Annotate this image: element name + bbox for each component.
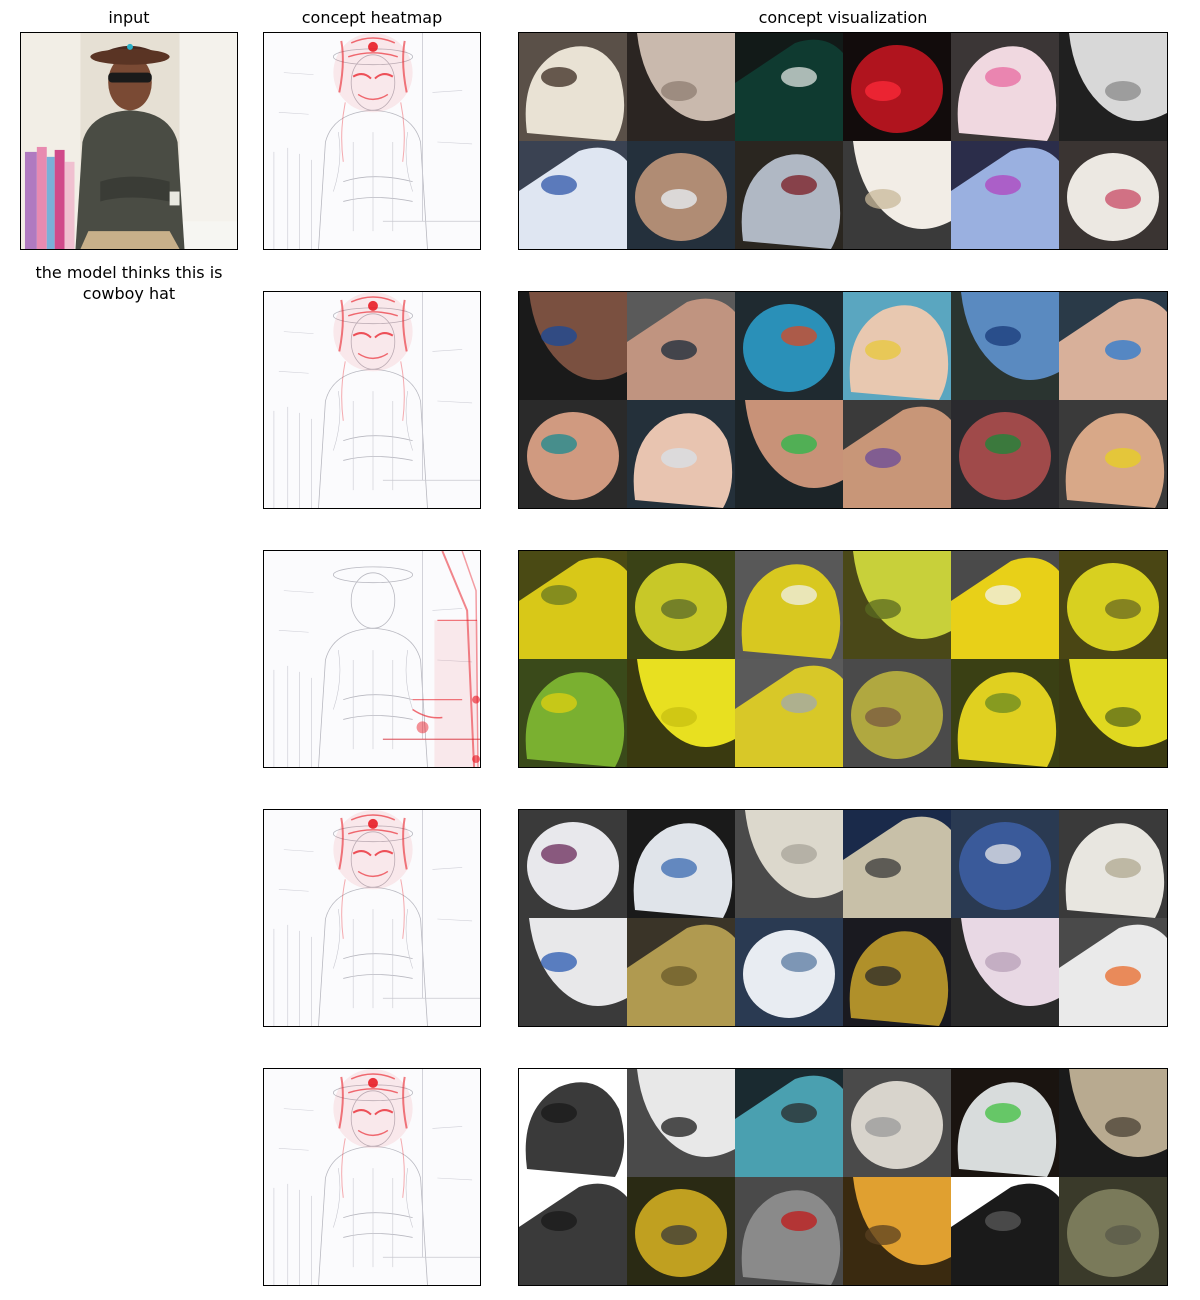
- concept-patch: [1059, 141, 1167, 249]
- concept-patch: [627, 918, 735, 1026]
- concept-patch: [519, 400, 627, 508]
- concept-patch: [843, 1177, 951, 1285]
- concept-patch: [519, 918, 627, 1026]
- concept-visualization-grid-4: [518, 809, 1168, 1027]
- concept-patch: [843, 1069, 951, 1177]
- concept-patch: [1059, 1069, 1167, 1177]
- concept-patch: [843, 918, 951, 1026]
- heatmap-column-title: concept heatmap: [301, 8, 443, 27]
- concept-patch: [627, 659, 735, 767]
- concept-patch: [627, 292, 735, 400]
- concept-patch: [843, 33, 951, 141]
- concept-patch: [951, 918, 1059, 1026]
- concept-patch: [951, 810, 1059, 918]
- concept-patch: [1059, 918, 1167, 1026]
- concept-patch: [735, 33, 843, 141]
- concept-patch: [735, 400, 843, 508]
- concept-patch: [519, 810, 627, 918]
- concept-patch: [843, 810, 951, 918]
- concept-patch: [627, 1177, 735, 1285]
- concept-patch: [1059, 659, 1167, 767]
- concept-patch: [951, 1069, 1059, 1177]
- concept-patch: [519, 141, 627, 249]
- concept-patch: [735, 659, 843, 767]
- concept-patch: [951, 33, 1059, 141]
- concept-patch: [519, 292, 627, 400]
- concept-patch: [951, 141, 1059, 249]
- concept-patch: [519, 1177, 627, 1285]
- input-image: [20, 32, 238, 250]
- concept-patch: [843, 400, 951, 508]
- concept-patch: [735, 292, 843, 400]
- concept-visualization-grid-3: [518, 550, 1168, 768]
- concept-patch: [519, 551, 627, 659]
- concept-patch: [1059, 33, 1167, 141]
- concept-patch: [627, 33, 735, 141]
- concept-patch: [519, 1069, 627, 1177]
- visualization-column-title: concept visualization: [758, 8, 928, 27]
- concept-patch: [951, 659, 1059, 767]
- concept-heatmap-5: [263, 1068, 481, 1286]
- concept-patch: [1059, 292, 1167, 400]
- concept-patch: [735, 551, 843, 659]
- concept-patch: [735, 141, 843, 249]
- concept-heatmap-4: [263, 809, 481, 1027]
- prediction-caption-text: the model thinks this is cowboy hat: [35, 263, 223, 303]
- concept-patch: [735, 918, 843, 1026]
- concept-patch: [519, 33, 627, 141]
- concept-patch: [735, 810, 843, 918]
- concept-visualization-grid-5: [518, 1068, 1168, 1286]
- concept-patch: [1059, 551, 1167, 659]
- prediction-caption: the model thinks this is cowboy hat: [14, 262, 244, 304]
- concept-patch: [627, 141, 735, 249]
- concept-heatmap-3: [263, 550, 481, 768]
- concept-patch: [627, 551, 735, 659]
- concept-patch: [843, 659, 951, 767]
- concept-visualization-grid-1: [518, 32, 1168, 250]
- concept-heatmap-1: [263, 32, 481, 250]
- concept-patch: [1059, 810, 1167, 918]
- concept-patch: [843, 141, 951, 249]
- concept-patch: [519, 659, 627, 767]
- concept-patch: [627, 400, 735, 508]
- concept-visualization-grid-2: [518, 291, 1168, 509]
- concept-heatmap-2: [263, 291, 481, 509]
- concept-patch: [735, 1069, 843, 1177]
- concept-patch: [951, 551, 1059, 659]
- concept-patch: [735, 1177, 843, 1285]
- concept-patch: [843, 292, 951, 400]
- concept-patch: [1059, 400, 1167, 508]
- concept-patch: [627, 1069, 735, 1177]
- concept-patch: [843, 551, 951, 659]
- concept-patch: [951, 292, 1059, 400]
- concept-patch: [951, 400, 1059, 508]
- concept-patch: [1059, 1177, 1167, 1285]
- input-column-title: input: [108, 8, 150, 27]
- concept-patch: [627, 810, 735, 918]
- concept-patch: [951, 1177, 1059, 1285]
